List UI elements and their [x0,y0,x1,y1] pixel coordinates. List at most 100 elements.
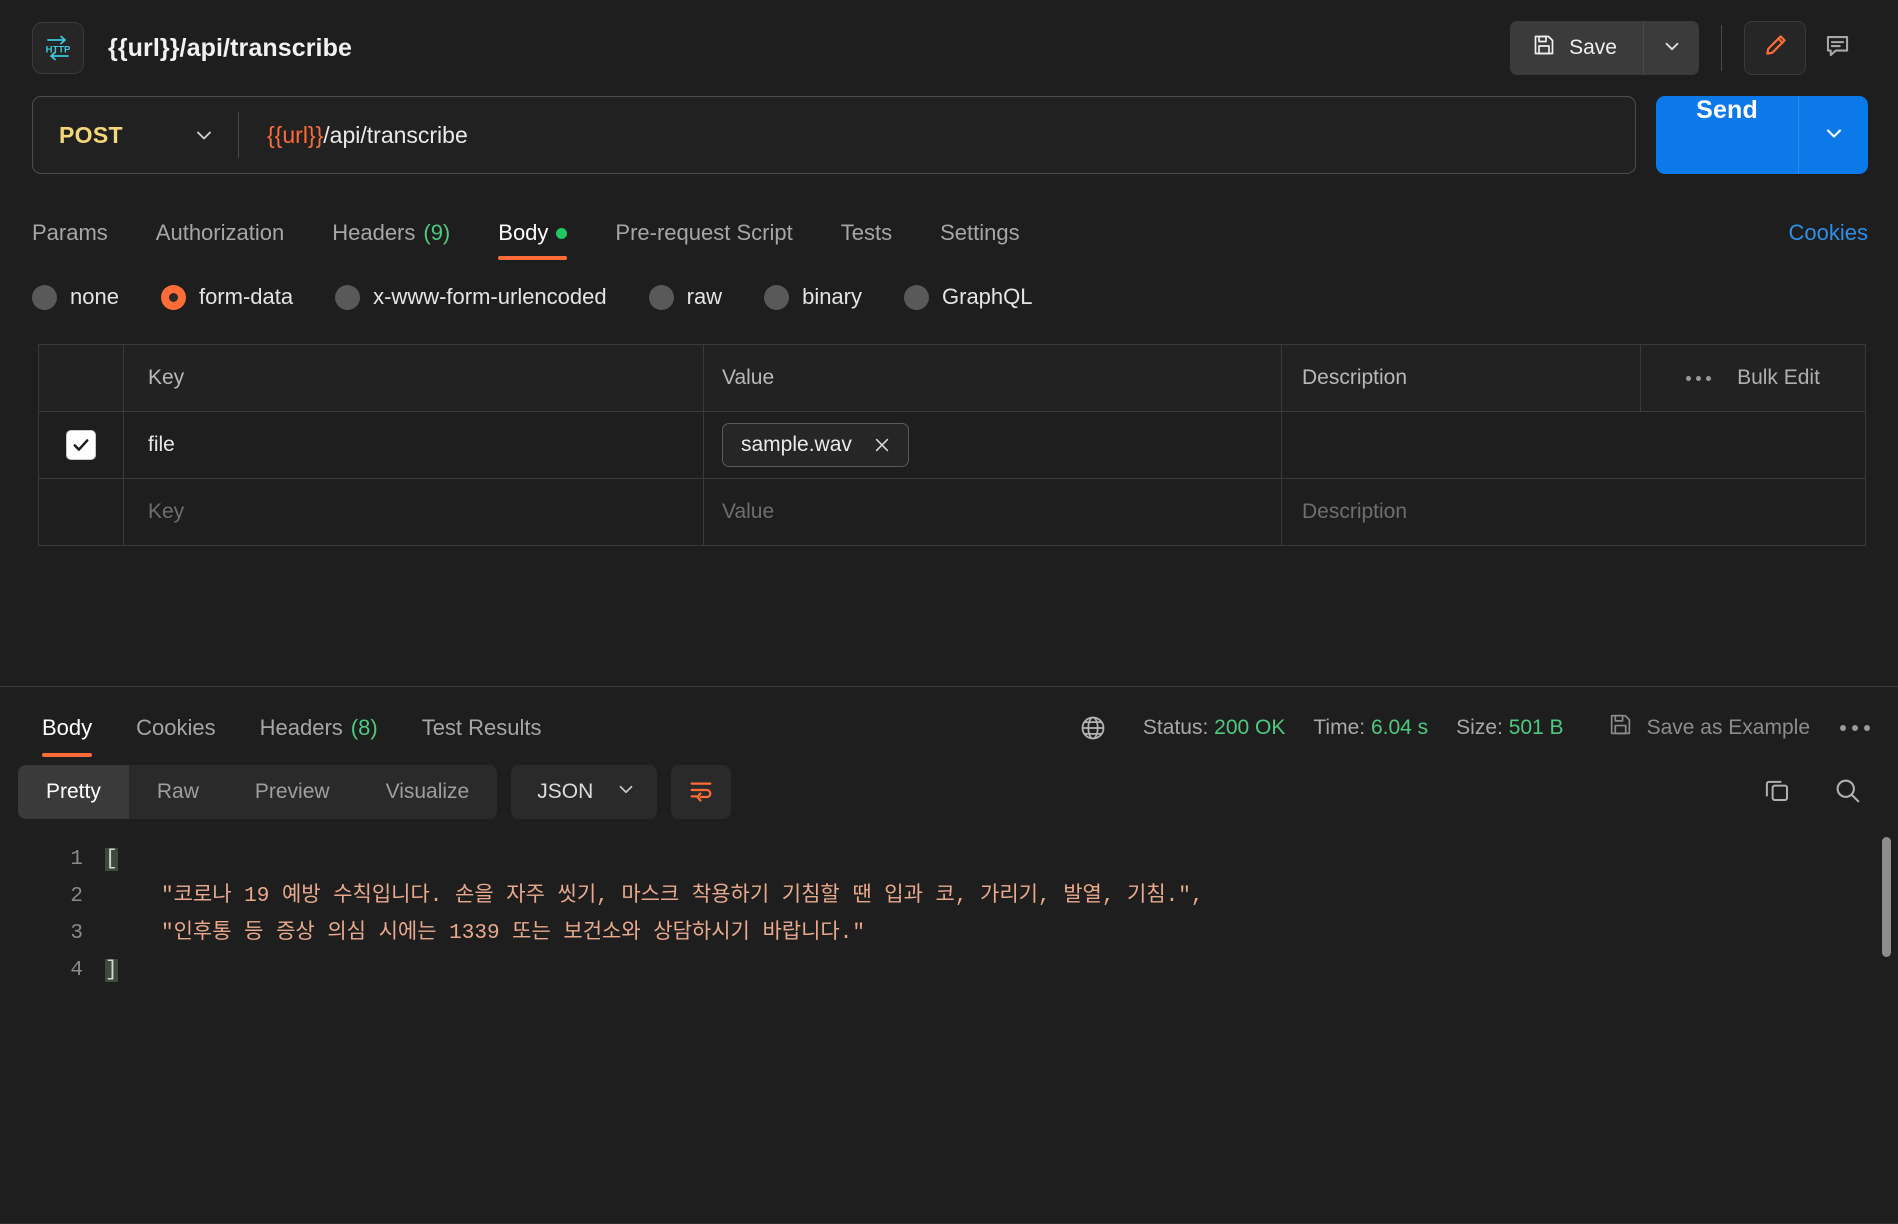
tab-headers-count: (9) [423,220,451,245]
view-mode-raw[interactable]: Raw [129,765,227,819]
code-string-2: "인후통 등 증상 의심 시에는 1339 또는 보건소와 상담하시기 바랍니다… [161,922,865,945]
form-data-table: Key Value Description Bulk Edit file sam… [38,344,1866,546]
body-type-none[interactable]: none [32,284,119,310]
response-tab-body-label: Body [42,715,93,740]
search-button[interactable] [1832,775,1862,810]
size-label: Size: [1456,715,1503,739]
postman-request-window: HTTP {{url}}/api/transcribe Save POST {{… [0,0,1898,1224]
response-tab-headers[interactable]: Headers (8) [260,715,378,757]
body-type-x-www-form-urlencoded-label: x-www-form-urlencoded [373,284,607,309]
response-tab-test-results[interactable]: Test Results [422,715,542,757]
time-label: Time: [1313,715,1366,739]
placeholder-value-label: Value [722,500,775,523]
response-tab-cookies[interactable]: Cookies [136,715,215,757]
code-line: "코로나 19 예방 수칙입니다. 손을 자주 씻기, 마스크 착용하기 기침할… [105,878,1898,915]
header-value-cell: Value [704,345,1282,411]
placeholder-description-input[interactable]: Description [1282,479,1865,545]
code-bracket-open: [ [105,848,118,871]
response-json-code[interactable]: [ "코로나 19 예방 수칙입니다. 손을 자주 씻기, 마스크 착용하기 기침… [105,827,1898,1223]
chevron-down-icon [192,123,216,147]
body-type-form-data-label: form-data [198,284,294,309]
body-type-raw[interactable]: raw [648,284,722,310]
radio-selected-icon [160,284,186,310]
send-button[interactable]: Send [1656,96,1798,174]
send-options-button[interactable] [1798,96,1868,174]
tab-settings[interactable]: Settings [940,220,1020,260]
placeholder-value-input[interactable]: Value [704,479,1282,545]
url-input[interactable]: {{url}}/api/transcribe [239,122,468,149]
header-key-cell: Key [124,345,704,411]
response-pane: Body Cookies Headers (8) Test Results St… [0,687,1898,1224]
row-key-input[interactable]: file [124,412,704,478]
body-type-graphql[interactable]: GraphQL [904,284,1033,310]
tab-headers-label: Headers [332,220,416,245]
status-metric: Status: 200 OK [1143,716,1285,740]
comments-button[interactable] [1806,21,1868,75]
header-key-label: Key [148,366,185,389]
chevron-down-icon [615,778,637,806]
save-options-button[interactable] [1643,21,1699,75]
save-button[interactable]: Save [1510,21,1643,75]
view-mode-group [1744,21,1868,75]
pencil-icon [1762,32,1789,64]
row-key-value: file [148,433,175,456]
line-number: 2 [70,885,83,908]
code-line: [ [105,841,1898,878]
tab-pre-request-script-label: Pre-request Script [615,220,793,245]
body-type-form-data[interactable]: form-data [160,284,294,310]
view-mode-visualize[interactable]: Visualize [358,765,498,819]
status-value: 200 OK [1214,715,1286,739]
header-description-cell: Description [1282,345,1640,411]
view-mode-preview[interactable]: Preview [227,765,358,819]
tab-settings-label: Settings [940,220,1020,245]
row-value-cell: sample.wav [704,412,1282,478]
tab-body[interactable]: Body [498,220,568,260]
code-bracket-close: ] [105,959,118,982]
body-type-x-www-form-urlencoded[interactable]: x-www-form-urlencoded [335,284,607,310]
chevron-down-icon [1661,35,1683,62]
response-vertical-scrollbar[interactable] [1882,837,1891,957]
response-format-selector[interactable]: JSON [511,765,658,819]
response-tab-body[interactable]: Body [42,715,93,757]
body-type-binary-label: binary [802,284,862,309]
view-mode-segmented-control: Pretty Raw Preview Visualize [18,765,498,819]
tab-pre-request-script[interactable]: Pre-request Script [615,220,792,260]
response-format-label: JSON [537,780,594,803]
placeholder-key-label: Key [148,500,185,523]
remove-file-icon[interactable] [872,435,892,455]
bulk-edit-label: Bulk Edit [1737,366,1820,389]
response-meta: Status: 200 OK Time: 6.04 s Size: 501 B … [1079,712,1870,757]
status-label: Status: [1142,715,1209,739]
save-as-example-button[interactable]: Save as Example [1608,712,1810,743]
floppy-disk-icon [1532,33,1556,63]
view-mode-pretty[interactable]: Pretty [18,765,129,819]
time-value: 6.04 s [1370,715,1429,739]
title-bar: HTTP {{url}}/api/transcribe Save [0,0,1898,96]
tab-headers[interactable]: Headers (9) [332,220,450,260]
header-description-label: Description [1302,366,1408,389]
header-value-label: Value [722,366,775,389]
code-string-1: "코로나 19 예방 수칙입니다. 손을 자주 씻기, 마스크 착용하기 기침할… [161,885,1204,908]
tab-tests[interactable]: Tests [841,220,892,260]
row-description-input[interactable] [1282,412,1865,478]
tab-authorization[interactable]: Authorization [156,220,284,260]
body-type-binary[interactable]: binary [764,284,862,310]
file-chip[interactable]: sample.wav [722,423,909,467]
cookies-link[interactable]: Cookies [1789,220,1868,260]
body-type-graphql-label: GraphQL [942,284,1033,309]
floppy-disk-icon [1608,712,1633,743]
copy-button[interactable] [1762,775,1792,810]
response-body-viewer[interactable]: 1 2 3 4 ["코로나 19 예방 수칙입니다. 손을 자주 씻기, 마스크… [0,827,1898,1223]
title-bar-actions: Save [1510,21,1868,75]
placeholder-key-input[interactable]: Key [124,479,704,545]
edit-mode-button[interactable] [1744,21,1806,75]
word-wrap-button[interactable] [671,765,732,819]
header-checkbox-cell [39,345,124,411]
response-more-button[interactable] [1840,724,1870,731]
url-variable: {{url}} [267,121,324,148]
bulk-edit-button[interactable]: Bulk Edit [1640,345,1865,411]
method-selector[interactable]: POST [33,97,238,173]
row-enabled-checkbox[interactable] [66,430,96,460]
response-tabs: Body Cookies Headers (8) Test Results St… [0,687,1898,757]
tab-params[interactable]: Params [32,220,108,260]
